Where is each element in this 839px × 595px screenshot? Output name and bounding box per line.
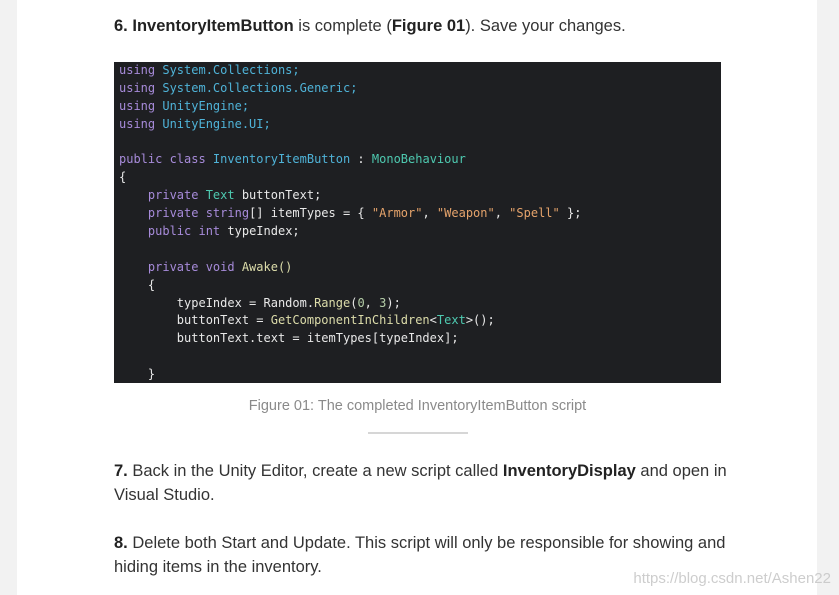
code-token: ); (386, 295, 401, 310)
code-token: using (119, 80, 163, 95)
code-token: buttonText.text = itemTypes[typeIndex]; (119, 331, 459, 346)
step-number: 7. (114, 462, 128, 480)
code-token: InventoryItemButton (212, 152, 351, 167)
code-token: private (119, 206, 206, 221)
code-token: Awake() (241, 259, 293, 274)
code-line: public class InventoryItemButton : MonoB… (119, 151, 721, 169)
code-token: , (422, 206, 437, 221)
step-7-paragraph: 7. Back in the Unity Editor, create a ne… (114, 462, 727, 504)
code-line: buttonText.text = itemTypes[typeIndex]; (119, 330, 721, 348)
code-token: MonoBehaviour (371, 152, 466, 167)
code-line: } (119, 366, 721, 383)
code-token: }; (559, 206, 582, 221)
class-name: InventoryItemButton (132, 17, 294, 35)
code-token: Range (314, 295, 351, 310)
code-token: System.Collections.Generic; (162, 80, 358, 95)
code-token: UnityEngine; (162, 98, 250, 113)
code-token: void (205, 259, 242, 274)
code-token: UnityEngine.UI; (162, 116, 271, 131)
section-divider (368, 432, 468, 434)
code-line: buttonText = GetComponentInChildren<Text… (119, 312, 721, 330)
article-page: 6. InventoryItemButton is complete (Figu… (17, 0, 817, 595)
code-line: typeIndex = Random.Range(0, 3); (119, 295, 721, 313)
step-number: 6. (114, 17, 128, 35)
code-line: { (119, 169, 721, 187)
code-line: using System.Collections; (119, 62, 721, 80)
code-token: private (119, 259, 206, 274)
code-token: : (350, 152, 372, 167)
code-token: using (119, 98, 163, 113)
code-token: } (119, 367, 156, 382)
step-number: 8. (114, 534, 128, 552)
code-token: GetComponentInChildren (270, 313, 430, 328)
code-token: , (494, 206, 510, 221)
code-token: "Armor" (371, 206, 423, 221)
code-line: private string[] itemTypes = { "Armor", … (119, 205, 721, 223)
code-line: using UnityEngine; (119, 98, 721, 116)
code-token: buttonText; (241, 188, 322, 203)
code-token: private (119, 188, 206, 203)
code-line: { (119, 277, 721, 295)
code-token: public (119, 224, 199, 239)
code-line: private Text buttonText; (119, 187, 721, 205)
code-token: 0 (357, 295, 365, 310)
code-line: using System.Collections.Generic; (119, 80, 721, 98)
code-token: int (198, 224, 228, 239)
code-token: < (429, 313, 437, 328)
code-block: using System.Collections; using System.Co… (114, 62, 721, 383)
watermark: https://blog.csdn.net/Ashen22 (633, 570, 831, 587)
code-line: using UnityEngine.UI; (119, 116, 721, 134)
code-token: , (364, 295, 380, 310)
code-token: { (119, 170, 127, 185)
code-line: public int typeIndex; (119, 223, 721, 241)
code-token: { (119, 277, 156, 292)
code-token: using (119, 116, 163, 131)
code-token: System.Collections; (162, 63, 300, 77)
figure-caption: Figure 01: The completed InventoryItemBu… (248, 398, 587, 414)
code-token: buttonText = (119, 313, 271, 328)
code-token: using (119, 63, 163, 77)
code-line: private void Awake() (119, 259, 721, 277)
code-token: [] itemTypes = { (249, 206, 372, 221)
code-token: Text (436, 313, 466, 328)
code-token: typeIndex; (227, 224, 300, 239)
code-token: "Spell" (509, 206, 560, 221)
code-token: public class (119, 152, 213, 167)
figure-reference: Figure 01 (391, 17, 466, 35)
step-6-paragraph: 6. InventoryItemButton is complete (Figu… (114, 17, 626, 35)
code-token: string (205, 206, 250, 221)
code-token: Text (205, 188, 242, 203)
code-token: typeIndex = Random. (119, 295, 315, 310)
code-token: "Weapon" (436, 206, 495, 221)
code-token: >(); (465, 313, 495, 328)
script-name: InventoryDisplay (502, 462, 636, 480)
